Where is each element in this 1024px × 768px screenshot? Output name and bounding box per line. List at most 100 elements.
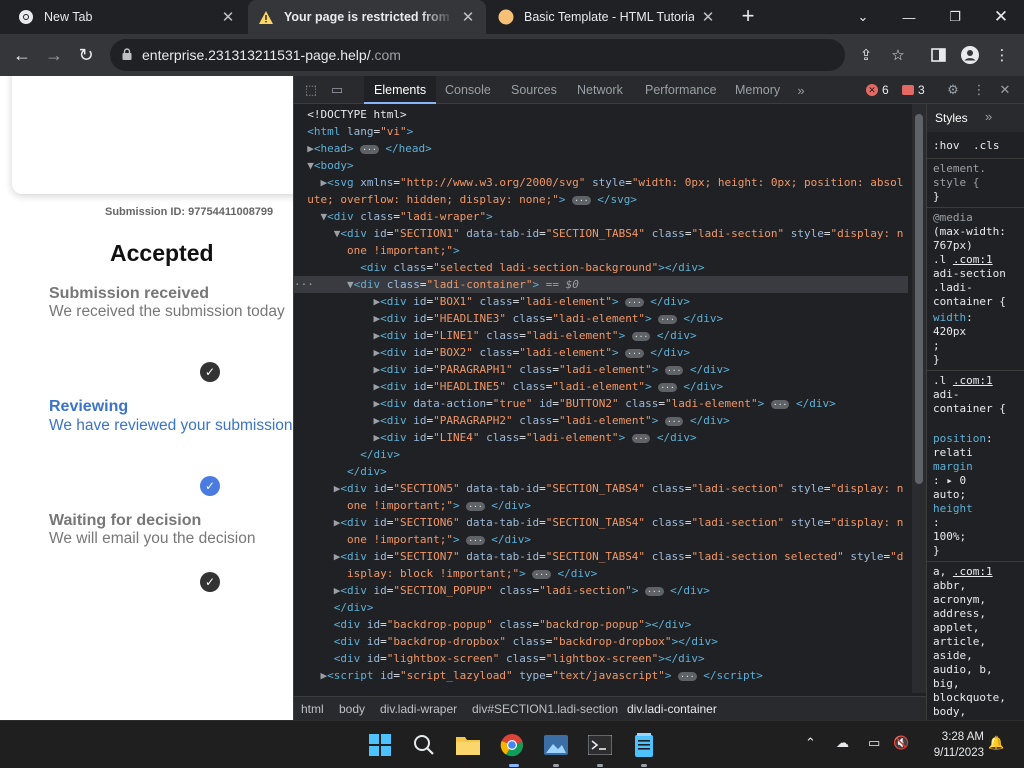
dom-line[interactable]: ▶<div id="SECTION_POPUP" class="ladi-sec… bbox=[294, 582, 908, 599]
dom-line[interactable]: ▶<div id="PARAGRAPH2" class="ladi-elemen… bbox=[294, 412, 908, 429]
crumb-html[interactable]: html bbox=[301, 702, 324, 716]
dom-line[interactable]: <div id="backdrop-dropbox" class="backdr… bbox=[294, 633, 908, 650]
tab-sources[interactable]: Sources bbox=[511, 76, 557, 104]
dom-tree-scrollbar[interactable] bbox=[912, 104, 926, 693]
dom-line[interactable]: <!DOCTYPE html> bbox=[294, 106, 908, 123]
forward-button[interactable]: → bbox=[41, 42, 67, 68]
close-tab-icon[interactable]: ✕ bbox=[220, 8, 236, 26]
show-hidden-icons-icon[interactable]: ⌃ bbox=[805, 735, 816, 751]
tab-basic-template[interactable]: Basic Template - HTML Tutorial ✕ bbox=[488, 0, 726, 34]
dom-line[interactable]: one !important;"> ··· </div> bbox=[294, 497, 908, 514]
devtools-menu-icon[interactable]: ⋮ bbox=[970, 81, 988, 99]
close-window-button[interactable]: ✕ bbox=[978, 0, 1024, 34]
new-tab-button[interactable]: + bbox=[736, 4, 760, 28]
more-tabs-icon[interactable]: » bbox=[792, 81, 810, 99]
devtools-tab-bar: ⬚ ▭ Elements Console Sources Network Per… bbox=[294, 76, 1024, 104]
dom-line[interactable]: <div id="lightbox-screen" class="lightbo… bbox=[294, 650, 908, 667]
crumb-body[interactable]: body bbox=[339, 702, 365, 716]
minimize-button[interactable]: — bbox=[886, 0, 932, 34]
dom-line[interactable]: ▶<div id="LINE4" class="ladi-element"> ·… bbox=[294, 429, 908, 446]
dom-line[interactable]: ▼<body> bbox=[294, 157, 908, 174]
hov-toggle[interactable]: :hov bbox=[933, 139, 960, 153]
terminal-icon[interactable] bbox=[584, 729, 616, 761]
inspect-element-icon[interactable]: ⬚ bbox=[302, 81, 320, 99]
reload-button[interactable]: ↻ bbox=[73, 42, 99, 68]
restore-button[interactable]: ❐ bbox=[932, 0, 978, 34]
back-button[interactable]: ← bbox=[9, 42, 35, 68]
dom-line[interactable]: one !important;"> bbox=[294, 242, 908, 259]
tab-restricted-page[interactable]: Your page is restricted from ac ✕ bbox=[248, 0, 486, 34]
tab-styles[interactable]: Styles bbox=[935, 111, 968, 125]
dom-line[interactable]: ▶<head> ··· </head> bbox=[294, 140, 908, 157]
file-explorer-icon[interactable] bbox=[452, 729, 484, 761]
crumb-section1[interactable]: div#SECTION1.ladi-section bbox=[472, 702, 618, 716]
close-tab-icon[interactable]: ✕ bbox=[700, 8, 716, 26]
side-panel-icon[interactable] bbox=[926, 43, 950, 67]
dom-tree[interactable]: <!DOCTYPE html> <html lang="vi"> ▶<head>… bbox=[294, 104, 912, 693]
more-tabs-icon[interactable]: » bbox=[985, 109, 992, 124]
lock-icon[interactable] bbox=[122, 47, 132, 63]
notepad-icon[interactable] bbox=[628, 729, 660, 761]
dom-line[interactable]: one !important;"> ··· </div> bbox=[294, 531, 908, 548]
search-icon[interactable] bbox=[408, 729, 440, 761]
dom-line[interactable]: ▶<div data-action="true" id="BUTTON2" cl… bbox=[294, 395, 908, 412]
chrome-icon[interactable] bbox=[496, 729, 528, 761]
tab-console[interactable]: Console bbox=[445, 76, 491, 104]
url-path: .com bbox=[370, 47, 401, 63]
tab-search-icon[interactable]: ⌄ bbox=[840, 0, 886, 34]
dom-line[interactable]: ute; overflow: hidden; display: none;"> … bbox=[294, 191, 908, 208]
dom-line[interactable]: ▶<div id="BOX1" class="ladi-element"> ··… bbox=[294, 293, 908, 310]
share-icon[interactable]: ⇪ bbox=[854, 43, 878, 67]
dom-line[interactable]: ▶<div id="BOX2" class="ladi-element"> ··… bbox=[294, 344, 908, 361]
dom-line[interactable]: ▶<div id="SECTION6" data-tab-id="SECTION… bbox=[294, 514, 908, 531]
clock[interactable]: 3:28 AM 9/11/2023 bbox=[918, 729, 984, 761]
dom-line[interactable]: ▶<div id="SECTION5" data-tab-id="SECTION… bbox=[294, 480, 908, 497]
dom-line[interactable]: </div> bbox=[294, 463, 908, 480]
dom-line[interactable]: </div> bbox=[294, 446, 908, 463]
dom-line[interactable]: isplay: block !important;"> ··· </div> bbox=[294, 565, 908, 582]
step-desc-waiting: We will email you the decision bbox=[49, 530, 256, 547]
scrollbar-thumb[interactable] bbox=[915, 114, 923, 484]
photos-icon[interactable] bbox=[540, 729, 572, 761]
close-devtools-icon[interactable]: ✕ bbox=[996, 81, 1014, 99]
dom-line[interactable]: ▶<div id="SECTION7" data-tab-id="SECTION… bbox=[294, 548, 908, 565]
dom-line[interactable]: ▶<div id="HEADLINE3" class="ladi-element… bbox=[294, 310, 908, 327]
cls-toggle[interactable]: .cls bbox=[973, 139, 1000, 153]
tab-new-tab[interactable]: New Tab ✕ bbox=[8, 0, 246, 34]
start-icon[interactable] bbox=[364, 729, 396, 761]
css-line: adi-section bbox=[933, 267, 1006, 280]
dom-line[interactable]: ▶<div id="HEADLINE5" class="ladi-element… bbox=[294, 378, 908, 395]
settings-gear-icon[interactable]: ⚙ bbox=[944, 81, 962, 99]
tab-network[interactable]: Network bbox=[577, 76, 623, 104]
dom-line[interactable]: ▶<div id="LINE1" class="ladi-element"> ·… bbox=[294, 327, 908, 344]
dom-line[interactable]: <div class="selected ladi-section-backgr… bbox=[294, 259, 908, 276]
close-tab-icon[interactable]: ✕ bbox=[460, 8, 476, 26]
onedrive-icon[interactable]: ☁ bbox=[836, 735, 849, 751]
devtools-panel: ⬚ ▭ Elements Console Sources Network Per… bbox=[293, 76, 1024, 720]
dom-line[interactable]: ▶<svg xmlns="http://www.w3.org/2000/svg"… bbox=[294, 174, 908, 191]
dom-line[interactable]: ▶<script id="script_lazyload" type="text… bbox=[294, 667, 908, 684]
crumb-ladi-wraper[interactable]: div.ladi-wraper bbox=[380, 702, 457, 716]
address-bar[interactable]: enterprise.231313211531-page.help/.com bbox=[110, 39, 845, 71]
dom-line[interactable]: <html lang="vi"> bbox=[294, 123, 908, 140]
device-toolbar-icon[interactable]: ▭ bbox=[328, 81, 346, 99]
profile-icon[interactable] bbox=[958, 43, 982, 67]
dom-line[interactable]: ▶<div id="PARAGRAPH1" class="ladi-elemen… bbox=[294, 361, 908, 378]
error-count-badge[interactable]: ✕ 6 bbox=[866, 83, 889, 97]
dom-line[interactable]: </div> bbox=[294, 599, 908, 616]
notification-bell-icon[interactable]: 🔔 bbox=[988, 735, 1004, 751]
menu-icon[interactable]: ⋮ bbox=[990, 43, 1014, 67]
network-icon[interactable]: ▭ bbox=[868, 735, 880, 751]
tab-elements[interactable]: Elements bbox=[364, 76, 437, 104]
tab-memory[interactable]: Memory bbox=[735, 76, 780, 104]
crumb-ladi-container[interactable]: div.ladi-container bbox=[627, 702, 717, 716]
issue-count-badge[interactable]: 3 bbox=[902, 83, 925, 97]
dom-line[interactable]: <div id="backdrop-popup" class="backdrop… bbox=[294, 616, 908, 633]
volume-muted-icon[interactable]: 🔇 bbox=[893, 735, 909, 751]
dom-line[interactable]: ▼<div id="SECTION1" data-tab-id="SECTION… bbox=[294, 225, 908, 242]
tab-performance[interactable]: Performance bbox=[645, 76, 717, 104]
bookmark-star-icon[interactable]: ☆ bbox=[886, 43, 910, 67]
dom-line[interactable]: ▼<div class="ladi-wraper"> bbox=[294, 208, 908, 225]
dom-line-selected[interactable]: ··· ▼<div class="ladi-container"> == $0 bbox=[294, 276, 908, 293]
url-host: enterprise.231313211531-page.help/ bbox=[142, 47, 371, 63]
